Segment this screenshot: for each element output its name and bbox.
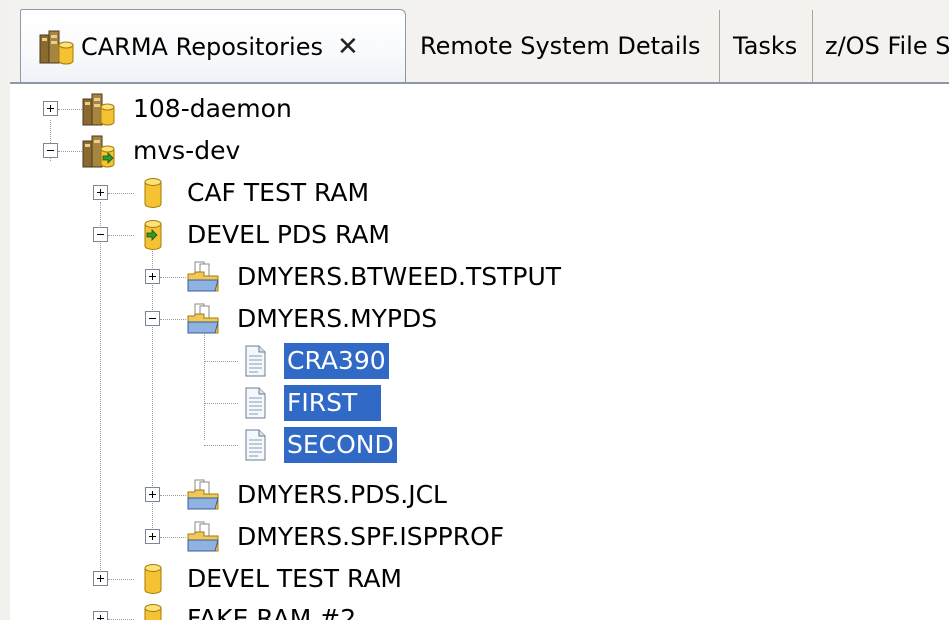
tree-item-label: DEVEL PDS RAM <box>187 220 390 249</box>
tree-item-mvs-dev[interactable]: mvs-dev <box>10 131 949 171</box>
tree-connector <box>108 193 134 194</box>
tree-item-label: DMYERS.SPF.ISPPROF <box>237 522 505 551</box>
expand-toggle-icon[interactable] <box>93 185 108 200</box>
tree-item-label: CRA390 <box>284 343 389 379</box>
tree-connector <box>108 235 134 236</box>
document-icon <box>245 345 266 377</box>
document-icon <box>245 387 266 419</box>
collapse-toggle-icon[interactable] <box>43 143 58 158</box>
tree-connector <box>160 319 186 320</box>
host-server-connected-icon <box>82 135 115 168</box>
tree-connector <box>160 537 186 538</box>
tree-item-label: FIRST <box>284 385 382 421</box>
tree-item-label: DEVEL TEST RAM <box>187 564 403 593</box>
ram-cylinder-connected-icon <box>144 220 162 250</box>
collapse-toggle-icon[interactable] <box>145 311 160 326</box>
tree-item-dmyers-btweed-tstput[interactable]: DMYERS.BTWEED.TSTPUT <box>10 257 949 297</box>
carma-repository-icon <box>39 30 74 64</box>
tree-item-devel-pds-ram[interactable]: DEVEL PDS RAM <box>10 215 949 255</box>
tree-item-label: FAKE RAM #2 <box>187 604 357 620</box>
tree-item-caf-test-ram[interactable]: CAF TEST RAM <box>10 173 949 213</box>
tree-connector <box>58 151 82 152</box>
tree-item-dmyers-spf-ispprof[interactable]: DMYERS.SPF.ISPPROF <box>10 517 949 557</box>
tab-remote-system-details[interactable]: Remote System Details <box>406 10 720 82</box>
library-folder-icon <box>187 479 219 510</box>
tree-item-label: DMYERS.BTWEED.TSTPUT <box>237 262 562 291</box>
tree-item-label: mvs-dev <box>133 136 241 165</box>
tab-carma-repositories-label: CARMA Repositories <box>81 32 323 61</box>
carma-repositories-tree[interactable]: 108-daemon mvs-dev CAF TEST RAM DEVEL PD… <box>10 84 949 620</box>
ram-cylinder-icon <box>144 178 162 208</box>
tab-tasks[interactable]: Tasks <box>720 10 813 82</box>
tree-item-108-daemon[interactable]: 108-daemon <box>10 89 949 129</box>
tree-item-second[interactable]: SECOND <box>10 425 949 465</box>
tree-connector <box>108 579 134 580</box>
tree-item-dmyers-pds-jcl[interactable]: DMYERS.PDS.JCL <box>10 475 949 515</box>
close-tab-icon[interactable]: ✕ <box>337 32 359 62</box>
tab-zos-file-systems-label: z/OS File S <box>825 32 949 60</box>
tree-item-label: DMYERS.MYPDS <box>237 304 438 333</box>
document-icon <box>245 429 266 461</box>
tree-connector <box>204 361 238 362</box>
tree-item-first[interactable]: FIRST <box>10 383 949 423</box>
library-folder-icon <box>187 521 219 552</box>
expand-toggle-icon[interactable] <box>43 101 58 116</box>
tab-carma-repositories[interactable]: CARMA Repositories ✕ <box>20 9 406 83</box>
expand-toggle-icon[interactable] <box>145 269 160 284</box>
expand-toggle-icon[interactable] <box>93 571 108 586</box>
view-tab-bar: CARMA Repositories ✕ Remote System Detai… <box>10 0 949 84</box>
tree-item-dmyers-mypds[interactable]: DMYERS.MYPDS <box>10 299 949 339</box>
tab-zos-file-systems[interactable]: z/OS File S <box>813 10 949 82</box>
expand-toggle-icon[interactable] <box>145 529 160 544</box>
expand-toggle-icon[interactable] <box>93 611 108 620</box>
tree-connector <box>160 277 186 278</box>
tree-item-label: 108-daemon <box>133 94 292 123</box>
tree-connector <box>204 403 238 404</box>
collapse-toggle-icon[interactable] <box>93 227 108 242</box>
expand-toggle-icon[interactable] <box>145 487 160 502</box>
tree-item-label: SECOND <box>284 427 397 463</box>
tree-connector <box>58 109 82 110</box>
tree-item-devel-test-ram[interactable]: DEVEL TEST RAM <box>10 559 949 599</box>
ram-cylinder-icon <box>144 604 162 620</box>
view-frame-edge <box>0 0 10 620</box>
tree-item-label: CAF TEST RAM <box>187 178 370 207</box>
ram-cylinder-icon <box>144 564 162 594</box>
tree-connector <box>160 495 186 496</box>
library-folder-icon <box>187 261 219 292</box>
tree-connector <box>204 445 238 446</box>
tree-item-label: DMYERS.PDS.JCL <box>237 480 447 509</box>
host-server-icon <box>82 93 115 126</box>
tab-remote-system-details-label: Remote System Details <box>420 32 701 60</box>
tab-tasks-label: Tasks <box>733 32 798 60</box>
library-folder-icon <box>187 303 219 334</box>
tree-item-fake-ram-2[interactable]: FAKE RAM #2 <box>10 599 949 620</box>
tree-item-cra390[interactable]: CRA390 <box>10 341 949 381</box>
